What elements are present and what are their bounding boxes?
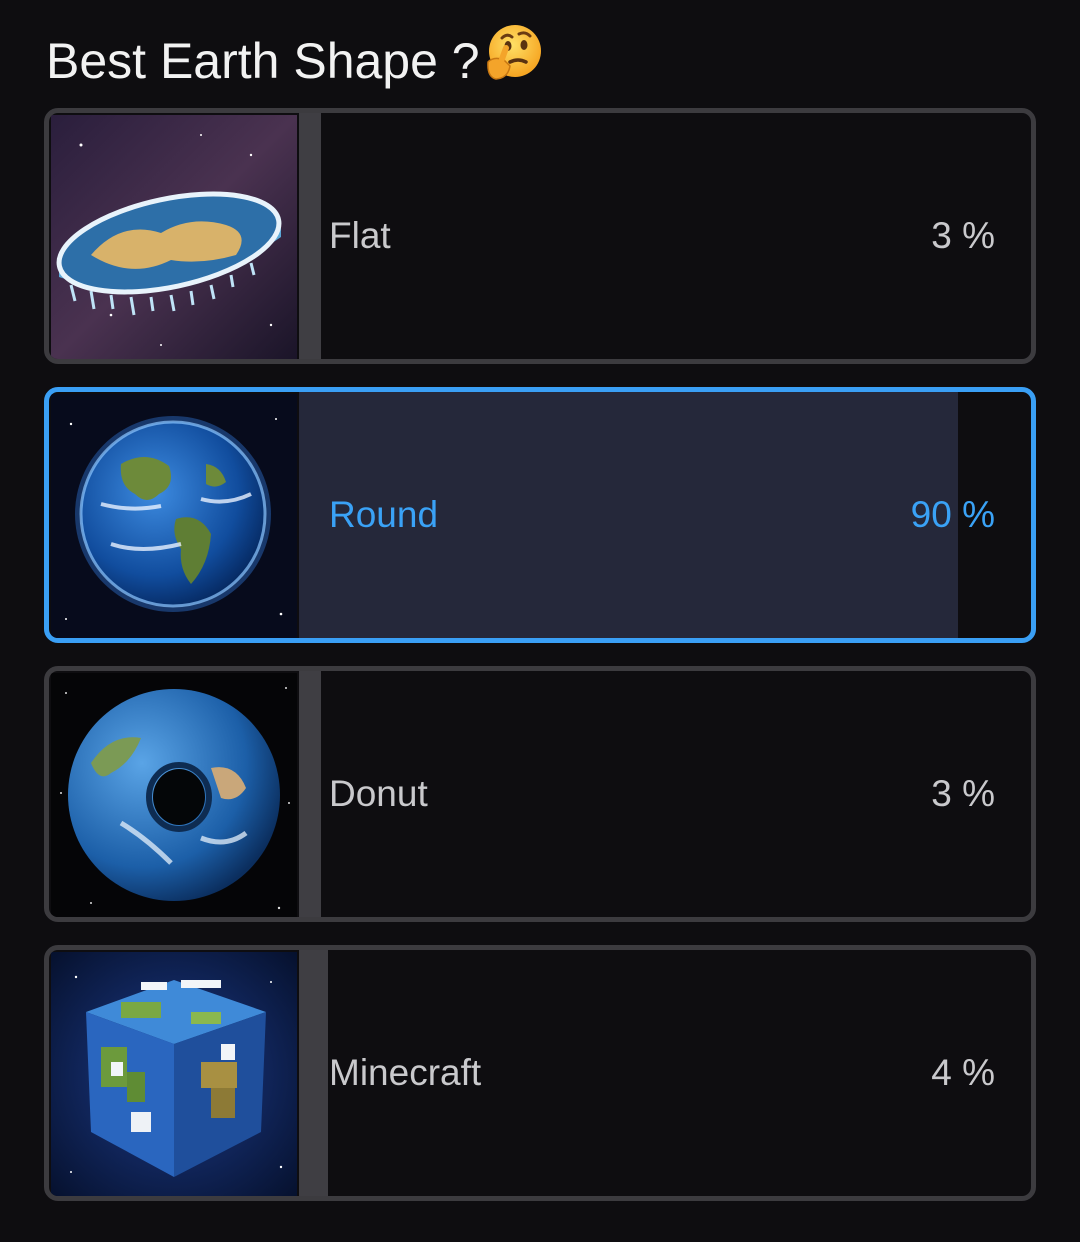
poll-option-minecraft[interactable]: Minecraft 4 % [44, 945, 1036, 1201]
thinking-face-icon [482, 22, 544, 99]
option-percent: 3 % [931, 215, 995, 256]
poll-title: Best Earth Shape ? [46, 22, 544, 99]
flat-earth-image [51, 115, 297, 359]
percent-fill-bar [299, 113, 321, 359]
poll-option-donut[interactable]: Donut 3 % [44, 666, 1036, 922]
donut-earth-image [51, 673, 297, 917]
option-percent: 3 % [931, 773, 995, 814]
option-label: Flat [329, 215, 391, 256]
percent-fill-bar [299, 950, 329, 1196]
minecraft-earth-image [51, 952, 297, 1196]
poll-option-round[interactable]: Round 90 % [44, 387, 1036, 643]
option-label: Minecraft [329, 1052, 482, 1093]
round-earth-image [51, 394, 297, 638]
option-percent: 90 % [910, 494, 995, 535]
option-percent: 4 % [931, 1052, 995, 1093]
option-label: Donut [329, 773, 428, 814]
poll-title-text: Best Earth Shape ? [46, 32, 480, 89]
percent-fill-bar [299, 671, 321, 917]
option-label: Round [329, 494, 439, 535]
poll-option-flat[interactable]: Flat 3 % [44, 108, 1036, 364]
